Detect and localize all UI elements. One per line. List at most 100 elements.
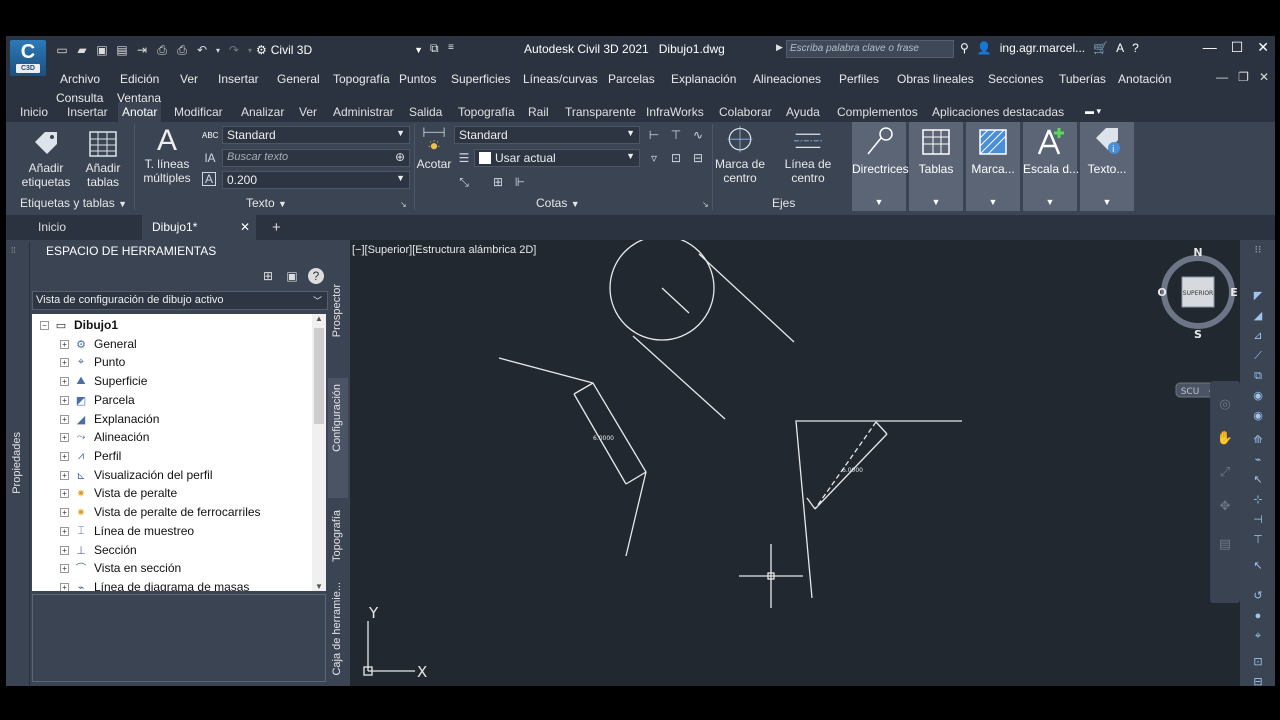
tool-10-icon[interactable]: ↖	[1250, 472, 1266, 488]
undo-icon[interactable]: ↶	[194, 42, 210, 58]
tab-topografia-vertical[interactable]: Topografía	[328, 498, 348, 578]
tab-infraworks[interactable]: InfraWorks	[642, 102, 708, 122]
dim-tool-3-icon[interactable]: ∿	[690, 127, 706, 143]
tab-anotar[interactable]: Anotar	[118, 102, 162, 122]
grip-icon[interactable]: ⁞⁞	[11, 246, 15, 255]
tool-18-icon[interactable]: ⊡	[1250, 654, 1266, 670]
dim-tool-5-icon[interactable]: ⊡	[668, 150, 684, 166]
text-style-select[interactable]: Standard ▼	[222, 126, 410, 144]
menu-lineas-curvas[interactable]: Líneas/curvas	[523, 72, 598, 86]
ucs-menu[interactable]: SCU	[1181, 387, 1200, 397]
pan-hand-icon[interactable]: ✋	[1216, 429, 1234, 447]
panel-title-labels-tables[interactable]: Etiquetas y tablas ▼	[20, 196, 127, 210]
tree-item-seccion[interactable]: + ⊥ Sección	[60, 541, 137, 559]
compass-north[interactable]: N	[1193, 246, 1202, 259]
menu-anotacion[interactable]: Anotación	[1118, 72, 1171, 86]
tab-analizar[interactable]: Analizar	[237, 102, 288, 122]
minimize-icon[interactable]: —	[1203, 39, 1217, 56]
dimension-button[interactable]: Acotar	[416, 126, 452, 171]
tab-colaborar[interactable]: Colaborar	[715, 102, 776, 122]
tool-19-icon[interactable]: ⊟	[1250, 674, 1266, 686]
tab-topografia[interactable]: Topografía	[454, 102, 519, 122]
tool-2-icon[interactable]: ◢	[1250, 308, 1266, 324]
menu-puntos[interactable]: Puntos	[399, 72, 436, 86]
add-tables-button[interactable]: Añadir tablas	[78, 130, 128, 189]
menu-ver[interactable]: Ver	[180, 72, 198, 86]
tab-prospector[interactable]: Prospector	[328, 268, 348, 378]
mdi-restore-icon[interactable]: ❐	[1238, 70, 1249, 84]
scroll-thumb[interactable]	[314, 328, 324, 424]
expand-icon[interactable]: +	[60, 357, 69, 367]
tool-17-icon[interactable]: ⌖	[1250, 628, 1266, 644]
help-icon[interactable]: ?	[308, 268, 324, 284]
autodesk-app-icon[interactable]: A	[1116, 41, 1124, 55]
palette-panel-icon[interactable]: ▣	[284, 268, 300, 284]
directrices-panel[interactable]: Directrices ▼	[852, 122, 909, 211]
search-expand-icon[interactable]: ▶	[776, 42, 783, 53]
expand-icon[interactable]: +	[60, 432, 69, 442]
user-icon[interactable]: 👤	[977, 41, 992, 55]
new-file-icon[interactable]: ▭	[54, 42, 70, 58]
tree-item-punto[interactable]: + ⌖ Punto	[60, 353, 125, 371]
expand-icon[interactable]: +	[60, 395, 69, 405]
workspace-selector[interactable]: ⚙ Civil 3D ▼	[256, 40, 423, 59]
search-icon[interactable]: ⚲	[960, 41, 969, 55]
menu-secciones[interactable]: Secciones	[988, 72, 1043, 86]
search-icon[interactable]: ⊕	[395, 150, 405, 164]
tree-item-parcela[interactable]: + ◩ Parcela	[60, 391, 135, 409]
menu-archivo[interactable]: Archivo	[60, 72, 100, 86]
mtext-button[interactable]: A T. líneas múltiples	[138, 126, 196, 186]
orbit-icon[interactable]: ✥	[1216, 497, 1234, 515]
dim-tool-8-icon[interactable]: ⊞	[490, 174, 506, 190]
tree-item-visualizacion-perfil[interactable]: + ⊾ Visualización del perfil	[60, 466, 213, 484]
menu-general[interactable]: General	[277, 72, 320, 86]
share-icon[interactable]: ⧉	[430, 41, 439, 56]
undo-dropdown-icon[interactable]: ▾	[214, 42, 222, 58]
menu-explanacion[interactable]: Explanación	[671, 72, 736, 86]
tab-salida[interactable]: Salida	[405, 102, 446, 122]
close-icon[interactable]: ✕	[1257, 39, 1269, 56]
steering-wheel-icon[interactable]: ◎	[1216, 395, 1234, 413]
new-tab-button[interactable]: +	[262, 215, 291, 240]
menu-perfiles[interactable]: Perfiles	[839, 72, 879, 86]
expand-icon[interactable]: +	[60, 545, 69, 555]
drawing-viewport[interactable]: [−][Superior][Estructura alámbrica 2D] 6…	[350, 240, 1240, 686]
cloud-open-icon[interactable]: ⎙	[154, 42, 170, 58]
doc-tab-dibujo1[interactable]: Dibujo1* ✕	[142, 215, 256, 240]
panel-title-dims[interactable]: Cotas ▼	[536, 196, 580, 210]
tab-administrar[interactable]: Administrar	[329, 102, 398, 122]
expand-icon[interactable]: +	[60, 339, 69, 349]
dim-style-select[interactable]: Standard ▼	[454, 126, 640, 144]
tool-4-icon[interactable]: ⟋	[1250, 348, 1266, 364]
expand-icon[interactable]: +	[60, 470, 69, 480]
tree-item-alineacion[interactable]: + ⤳ Alineación	[60, 428, 149, 446]
tablas-panel[interactable]: Tablas ▼	[909, 122, 963, 211]
panel-launcher-icon[interactable]: ↘	[400, 200, 407, 209]
menu-topografia[interactable]: Topografía	[333, 72, 390, 86]
add-labels-button[interactable]: Añadir etiquetas	[18, 130, 74, 189]
qat-customize-icon[interactable]: ≡	[448, 42, 454, 53]
mdi-minimize-icon[interactable]: —	[1216, 70, 1228, 84]
scroll-down-icon[interactable]: ▼	[312, 582, 326, 591]
compass-south[interactable]: S	[1194, 328, 1202, 341]
view-select[interactable]: Vista de configuración de dibujo activo ﹀	[32, 291, 328, 310]
tab-aplicaciones-destacadas[interactable]: Aplicaciones destacadas	[928, 102, 1068, 122]
menu-superficies[interactable]: Superficies	[451, 72, 510, 86]
compass-east[interactable]: E	[1230, 286, 1238, 299]
expand-icon[interactable]: +	[60, 582, 69, 591]
tab-caja-herramientas[interactable]: Caja de herramie...	[328, 578, 348, 682]
expand-icon[interactable]: +	[60, 507, 69, 517]
properties-vertical-tab[interactable]: Propiedades	[11, 432, 23, 494]
open-folder-icon[interactable]: ▰	[74, 42, 90, 58]
find-text-input[interactable]: Buscar texto ⊕	[222, 149, 410, 167]
tree-item-linea-muestreo[interactable]: + ⌶ Línea de muestreo	[60, 522, 194, 540]
tab-configuracion[interactable]: Configuración	[328, 378, 348, 498]
tab-insertar[interactable]: Insertar	[63, 102, 112, 122]
scroll-up-icon[interactable]: ▲	[312, 314, 326, 323]
dim-tool-7-icon[interactable]: ⤡	[456, 174, 472, 190]
dim-tool-9-icon[interactable]: ⊩	[512, 174, 528, 190]
tool-13-icon[interactable]: ⊤	[1250, 532, 1266, 548]
show-motion-icon[interactable]: ▤	[1216, 535, 1234, 553]
tree-item-superficie[interactable]: + ⛰ Superficie	[60, 372, 147, 390]
compass-west[interactable]: O	[1157, 286, 1166, 299]
